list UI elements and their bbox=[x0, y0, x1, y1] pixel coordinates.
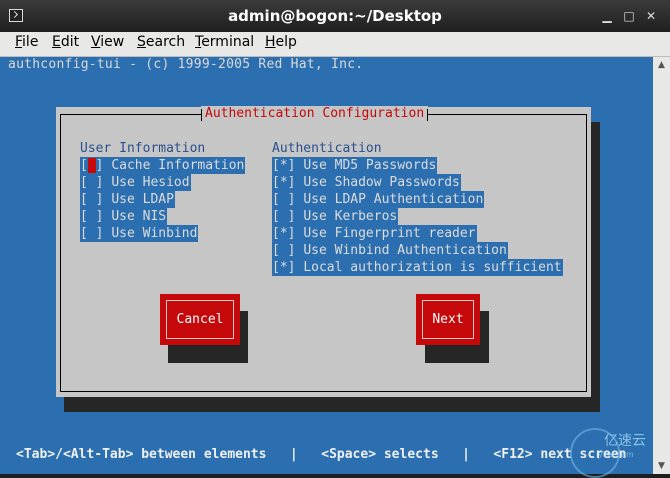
menu-bar: File Edit View Search Terminal Help bbox=[0, 32, 670, 57]
cancel-button-label: Cancel bbox=[166, 300, 234, 339]
terminal-window: admin@bogon:~/Desktop ▁ □ ✕ File Edit Vi… bbox=[0, 0, 670, 478]
checkbox-use-fingerprint-reader[interactable]: [*] Use Fingerprint reader bbox=[272, 225, 477, 242]
close-icon[interactable]: ✕ bbox=[644, 9, 658, 23]
focus-cursor: _ bbox=[87, 158, 96, 173]
menu-help[interactable]: Help bbox=[265, 34, 297, 50]
scrollbar[interactable]: ▲ ▼ bbox=[653, 57, 670, 474]
watermark-text: 亿速云 bbox=[604, 433, 646, 449]
header-line: authconfig-tui - (c) 1999-2005 Red Hat, … bbox=[8, 57, 364, 72]
minimize-icon[interactable]: ▁ bbox=[600, 9, 614, 23]
menu-search[interactable]: Search bbox=[137, 34, 185, 50]
menu-file[interactable]: File bbox=[15, 34, 38, 50]
dialog-title: Authentication Configuration bbox=[201, 106, 429, 121]
watermark-sub: yisu.com bbox=[598, 450, 634, 459]
checkbox-use-hesiod[interactable]: [ ] Use Hesiod bbox=[80, 174, 191, 191]
window-title: admin@bogon:~/Desktop bbox=[228, 7, 442, 25]
checkbox-use-winbind[interactable]: [ ] Use Winbind bbox=[80, 225, 199, 242]
menu-terminal[interactable]: Terminal bbox=[195, 34, 254, 50]
checkbox-use-shadow-passwords[interactable]: [*] Use Shadow Passwords bbox=[272, 174, 461, 191]
scroll-up-icon[interactable]: ▲ bbox=[656, 60, 667, 70]
next-button-label: Next bbox=[422, 300, 474, 339]
checkbox-local-authorization-sufficient[interactable]: [*] Local authorization is sufficient bbox=[272, 259, 563, 276]
checkbox-use-ldap-authentication[interactable]: [ ] Use LDAP Authentication bbox=[272, 191, 485, 208]
scroll-down-icon[interactable]: ▼ bbox=[656, 461, 667, 471]
checkbox-use-md5-passwords[interactable]: [*] Use MD5 Passwords bbox=[272, 157, 438, 174]
user-info-label: User Information bbox=[80, 141, 206, 156]
auth-config-dialog: Authentication Configuration User Inform… bbox=[56, 106, 591, 397]
title-bar[interactable]: admin@bogon:~/Desktop ▁ □ ✕ bbox=[0, 0, 670, 33]
dialog-shadow-bottom bbox=[64, 397, 599, 412]
cancel-button[interactable]: Cancel bbox=[160, 294, 240, 345]
menu-edit[interactable]: Edit bbox=[52, 34, 79, 50]
checkbox-use-ldap[interactable]: [ ] Use LDAP bbox=[80, 191, 175, 208]
status-line: <Tab>/<Alt-Tab> between elements | <Spac… bbox=[16, 447, 627, 462]
next-button[interactable]: Next bbox=[416, 294, 480, 345]
checkbox-cache-information[interactable]: [_] Cache Information bbox=[80, 157, 246, 174]
checkbox-use-kerberos[interactable]: [ ] Use Kerberos bbox=[272, 208, 399, 225]
menu-view[interactable]: View bbox=[91, 34, 124, 50]
authentication-label: Authentication bbox=[272, 141, 382, 156]
checkbox-use-winbind-authentication[interactable]: [ ] Use Winbind Authentication bbox=[272, 242, 508, 259]
checkbox-use-nis[interactable]: [ ] Use NIS bbox=[80, 208, 168, 225]
dialog-shadow-right bbox=[591, 122, 600, 412]
maximize-icon[interactable]: □ bbox=[622, 9, 636, 23]
